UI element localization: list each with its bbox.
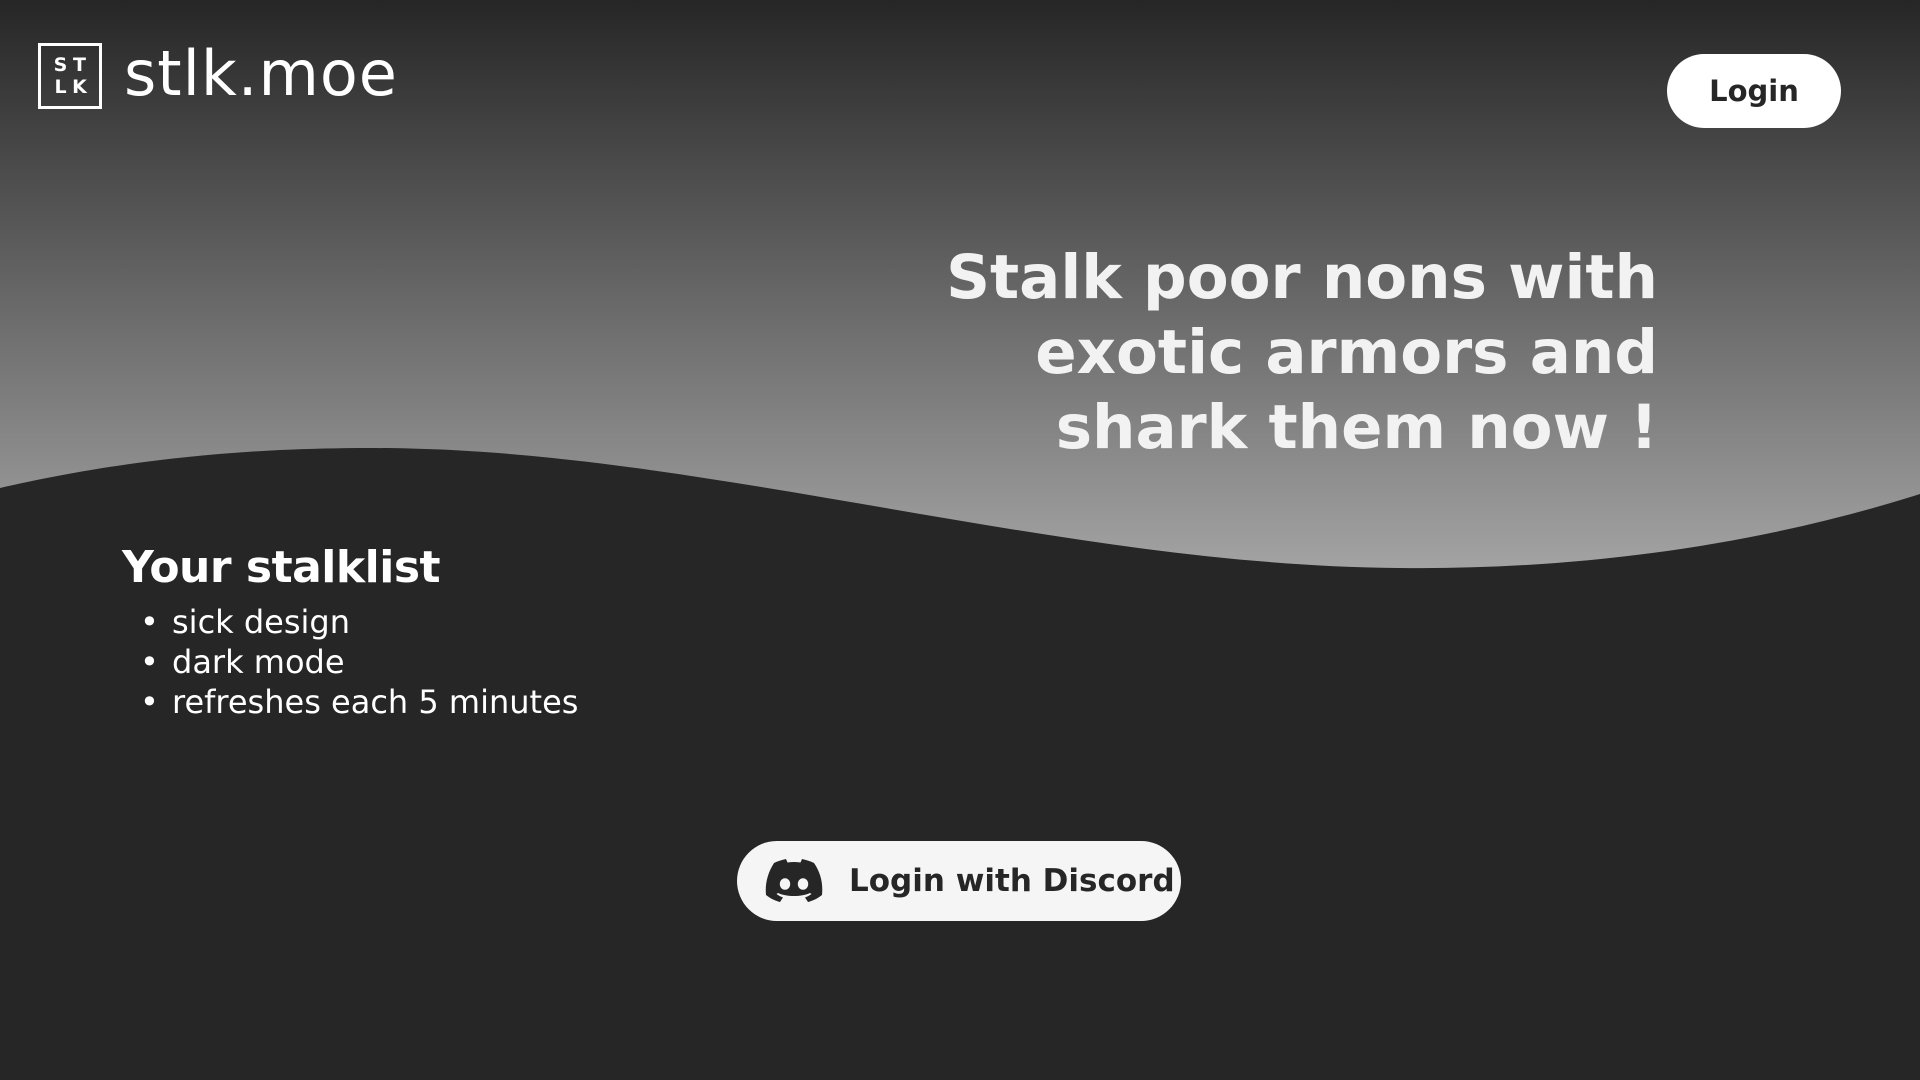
site-logo[interactable]: S T L K stlk.moe <box>38 43 398 109</box>
feature-list-item: • sick design <box>140 602 578 642</box>
logo-mark-letter: S <box>53 53 68 76</box>
login-with-discord-button[interactable]: Login with Discord <box>737 841 1181 921</box>
bullet-icon: • <box>140 683 159 721</box>
logo-mark-letter: L <box>54 75 67 98</box>
stalklist-section: Your stalklist • sick design • dark mode… <box>122 540 578 722</box>
feature-list-item: • refreshes each 5 minutes <box>140 682 579 722</box>
bullet-icon: • <box>140 643 159 681</box>
feature-list-item: • dark mode <box>140 642 578 682</box>
stalklist-title: Your stalklist <box>122 542 441 593</box>
feature-text: refreshes each 5 minutes <box>172 683 579 721</box>
login-button[interactable]: Login <box>1667 54 1841 128</box>
site-name: stlk.moe <box>124 37 398 110</box>
hero-tagline: Stalk poor nons with exotic armors and s… <box>838 240 1658 465</box>
logo-mark-icon: S T L K <box>38 43 102 109</box>
discord-button-label: Login with Discord <box>849 863 1175 899</box>
landing-page: S T L K stlk.moe Login Stalk poor nons w… <box>0 0 1920 1080</box>
logo-mark-letter: K <box>72 75 87 98</box>
feature-text: sick design <box>172 603 351 641</box>
tagline-line: exotic armors and <box>1035 317 1658 388</box>
logo-mark-letter: T <box>73 53 86 76</box>
feature-text: dark mode <box>172 643 345 681</box>
bullet-icon: • <box>140 603 159 641</box>
discord-icon <box>765 859 823 902</box>
tagline-line: Stalk poor nons with <box>946 242 1658 313</box>
feature-list: • sick design • dark mode • refreshes ea… <box>122 602 578 722</box>
tagline-line: shark them now ! <box>1055 392 1658 463</box>
